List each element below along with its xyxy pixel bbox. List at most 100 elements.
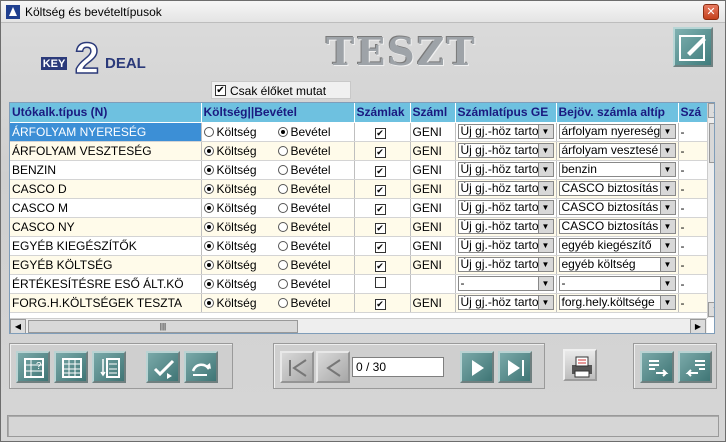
chevron-down-icon[interactable]: ▼ <box>659 144 675 157</box>
invoice-flag-cell[interactable]: ✔ <box>354 141 411 161</box>
income-radio-option[interactable]: Bevétel <box>277 239 352 253</box>
scroll-down-button[interactable]: ▼ <box>708 302 714 317</box>
invoice-type-cell[interactable]: Új gj.-höz tarto ▼ <box>455 198 557 218</box>
income-radio-option[interactable]: Bevétel <box>277 296 352 310</box>
radio-icon[interactable] <box>203 145 214 156</box>
horizontal-scrollbar[interactable]: ◀ ||| ▶ <box>10 318 707 333</box>
code-cell[interactable] <box>410 274 456 294</box>
invoice-flag-cell[interactable]: ✔ <box>354 236 411 256</box>
radio-icon[interactable] <box>277 297 288 308</box>
invoice-type-dropdown[interactable]: Új gj.-höz tarto ▼ <box>457 143 554 158</box>
subtype-cell[interactable]: - ▼ <box>556 274 679 294</box>
vertical-scrollbar[interactable]: ▲ ▼ <box>707 103 714 318</box>
sort-list-button[interactable] <box>92 351 126 383</box>
invoice-type-cell[interactable]: Új gj.-höz tarto ▼ <box>455 122 557 142</box>
table-row[interactable]: ÁRFOLYAM VESZTESÉG Költség Bevétel ✔ GENI Új … <box>10 141 709 161</box>
subtype-cell[interactable]: CASCO biztosítás ▼ <box>556 217 679 237</box>
code-cell[interactable]: GENI <box>410 198 456 218</box>
refresh-button[interactable] <box>184 351 218 383</box>
column-header[interactable]: Számlatípus GE <box>455 103 557 123</box>
last-cell[interactable]: - <box>678 236 709 256</box>
code-cell[interactable]: GENI <box>410 141 456 161</box>
subtype-cell[interactable]: árfolyam nyereség ▼ <box>556 122 679 142</box>
radio-icon[interactable] <box>203 221 214 232</box>
type-name-cell[interactable]: FORG.H.KÖLTSÉGEK TESZTA <box>10 293 202 313</box>
table-row[interactable]: ÁRFOLYAM NYERESÉG Költség Bevétel ✔ GENI Új g… <box>10 122 709 142</box>
chevron-down-icon[interactable]: ▼ <box>659 163 675 176</box>
invoice-type-cell[interactable]: Új gj.-höz tarto ▼ <box>455 236 557 256</box>
table-row[interactable]: EGYÉB KIEGÉSZÍTŐK Költség Bevétel ✔ GENI Új g… <box>10 236 709 256</box>
first-record-button[interactable] <box>280 351 314 383</box>
radio-icon[interactable] <box>277 240 288 251</box>
invoice-flag-cell[interactable]: ✔ <box>354 217 411 237</box>
last-cell[interactable]: - <box>678 198 709 218</box>
grid-edit-button[interactable]: ? <box>16 351 50 383</box>
radio-icon[interactable] <box>277 145 288 156</box>
cost-radio-option[interactable]: Költség <box>203 239 278 253</box>
subtype-dropdown[interactable]: árfolyam nyereség ▼ <box>558 124 676 139</box>
income-radio-option[interactable]: Bevétel <box>277 144 352 158</box>
subtype-dropdown[interactable]: CASCO biztosítás ▼ <box>558 181 676 196</box>
invoice-type-cell[interactable]: Új gj.-höz tarto ▼ <box>455 293 557 313</box>
invoice-type-dropdown[interactable]: Új gj.-höz tarto ▼ <box>457 238 554 253</box>
invoice-flag-cell[interactable]: ✔ <box>354 198 411 218</box>
invoice-checkbox[interactable]: ✔ <box>374 203 386 215</box>
confirm-button[interactable] <box>146 351 180 383</box>
chevron-down-icon[interactable]: ▼ <box>659 277 675 290</box>
income-radio-option[interactable]: Bevétel <box>277 277 352 291</box>
income-radio-option[interactable]: Bevétel <box>277 220 352 234</box>
invoice-type-cell[interactable]: - ▼ <box>455 274 557 294</box>
invoice-flag-cell[interactable]: ✔ <box>354 179 411 199</box>
chevron-down-icon[interactable]: ▼ <box>537 296 553 309</box>
radio-icon[interactable] <box>277 259 288 270</box>
code-cell[interactable]: GENI <box>410 293 456 313</box>
invoice-checkbox[interactable]: ✔ <box>374 165 386 177</box>
invoice-type-dropdown[interactable]: Új gj.-höz tarto ▼ <box>457 257 554 272</box>
chevron-down-icon[interactable]: ▼ <box>659 220 675 233</box>
subtype-cell[interactable]: CASCO biztosítás ▼ <box>556 179 679 199</box>
cost-radio-option[interactable]: Költség <box>203 144 278 158</box>
code-cell[interactable]: GENI <box>410 122 456 142</box>
invoice-flag-cell[interactable]: ✔ <box>354 293 411 313</box>
invoice-type-cell[interactable]: Új gj.-höz tarto ▼ <box>455 255 557 275</box>
type-name-cell[interactable]: EGYÉB KIEGÉSZÍTŐK <box>10 236 202 256</box>
subtype-dropdown[interactable]: forg.hely.költsége ▼ <box>558 295 676 310</box>
radio-icon[interactable] <box>203 164 214 175</box>
chevron-down-icon[interactable]: ▼ <box>537 277 553 290</box>
invoice-type-cell[interactable]: Új gj.-höz tarto ▼ <box>455 217 557 237</box>
invoice-checkbox[interactable]: ✔ <box>374 184 386 196</box>
cost-radio-option[interactable]: Költség <box>203 220 278 234</box>
income-radio-option[interactable]: Bevétel <box>277 163 352 177</box>
radio-icon[interactable] <box>203 297 214 308</box>
close-button[interactable]: ✕ <box>703 4 719 20</box>
radio-icon[interactable] <box>203 183 214 194</box>
chevron-down-icon[interactable]: ▼ <box>537 163 553 176</box>
table-row[interactable]: EGYÉB KÖLTSÉG Költség Bevétel ✔ GENI Új gj.-h… <box>10 255 709 275</box>
invoice-type-cell[interactable]: Új gj.-höz tarto ▼ <box>455 141 557 161</box>
chevron-down-icon[interactable]: ▼ <box>537 258 553 271</box>
radio-icon[interactable] <box>277 126 288 137</box>
import-button[interactable] <box>678 351 712 383</box>
table-row[interactable]: BENZIN Költség Bevétel ✔ GENI Új gj.-höz tart… <box>10 160 709 180</box>
cost-radio-option[interactable]: Költség <box>203 277 278 291</box>
subtype-cell[interactable]: egyéb kiegészítő ▼ <box>556 236 679 256</box>
invoice-checkbox[interactable]: ✔ <box>374 127 386 139</box>
income-radio-option[interactable]: Bevétel <box>277 258 352 272</box>
invoice-checkbox[interactable]: ✔ <box>374 260 386 272</box>
last-record-button[interactable] <box>498 351 532 383</box>
invoice-flag-cell[interactable]: ✔ <box>354 160 411 180</box>
invoice-type-dropdown[interactable]: Új gj.-höz tarto ▼ <box>457 124 554 139</box>
last-cell[interactable]: - <box>678 274 709 294</box>
type-name-cell[interactable]: ÁRFOLYAM VESZTESÉG <box>10 141 202 161</box>
invoice-type-cell[interactable]: Új gj.-höz tarto ▼ <box>455 160 557 180</box>
subtype-cell[interactable]: árfolyam vesztesé ▼ <box>556 141 679 161</box>
subtype-dropdown[interactable]: árfolyam vesztesé ▼ <box>558 143 676 158</box>
invoice-checkbox[interactable]: ✔ <box>374 146 386 158</box>
column-header[interactable]: Utókalk.típus (N) <box>10 103 202 123</box>
table-row[interactable]: FORG.H.KÖLTSÉGEK TESZTA Költség Bevétel ✔ GE… <box>10 293 709 313</box>
invoice-type-dropdown[interactable]: Új gj.-höz tarto ▼ <box>457 162 554 177</box>
column-header[interactable]: Szá <box>678 103 709 123</box>
prev-record-button[interactable] <box>316 351 350 383</box>
invoice-type-dropdown[interactable]: Új gj.-höz tarto ▼ <box>457 219 554 234</box>
active-only-filter[interactable]: ✔ Csak élőket mutat <box>211 81 351 99</box>
